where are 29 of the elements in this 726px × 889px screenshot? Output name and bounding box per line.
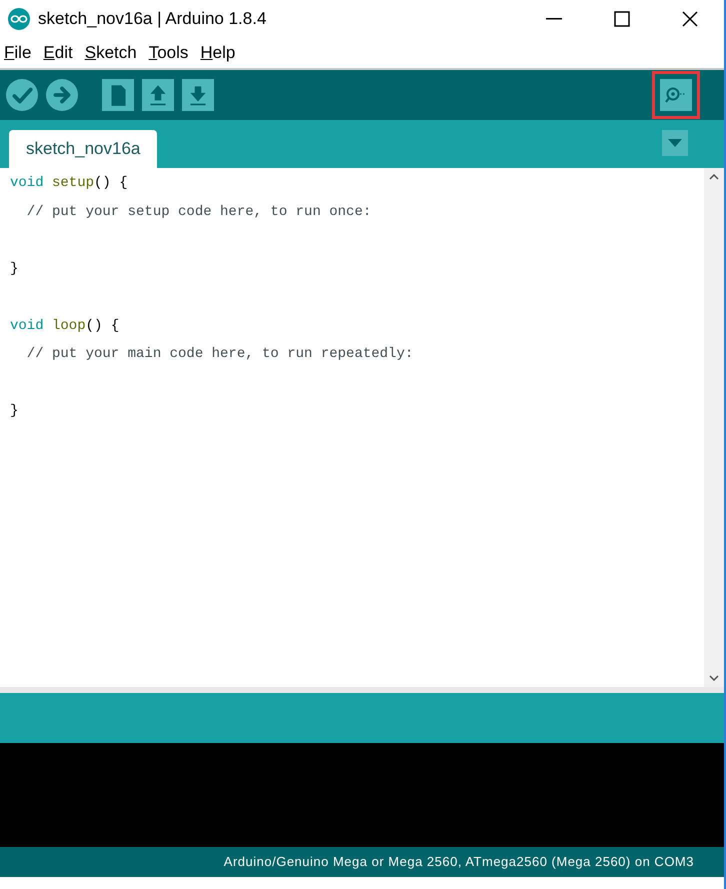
serial-monitor-button[interactable]: [660, 79, 692, 111]
code-line: }: [10, 260, 18, 276]
file-tab[interactable]: sketch_nov16a: [9, 130, 158, 168]
tab-menu-button[interactable]: [662, 130, 688, 156]
code-line: void setup() {: [10, 175, 128, 191]
caret-icon: [668, 139, 682, 147]
minimize-icon: [546, 18, 562, 20]
menu-item[interactable]: Help: [200, 40, 236, 66]
code-line: // put your main code here, to run repeatedly:: [26, 346, 414, 362]
maximize-icon: [614, 11, 630, 27]
menu-item[interactable]: Edit: [43, 40, 73, 66]
open-button[interactable]: [142, 79, 174, 111]
close-icon: [682, 11, 698, 27]
menu-item[interactable]: Sketch: [84, 40, 137, 66]
menu-item[interactable]: File: [4, 40, 32, 66]
code-line: }: [10, 403, 18, 419]
code-line: // put your setup code here, to run once:: [26, 204, 372, 220]
scroll-down-icon: [709, 675, 719, 681]
app-logo-icon: [8, 8, 30, 30]
verify-button[interactable]: [6, 79, 38, 111]
vertical-scrollbar[interactable]: [704, 168, 724, 687]
save-button[interactable]: [182, 79, 214, 111]
code-line: void loop() {: [10, 318, 120, 334]
scroll-up-icon: [709, 174, 719, 180]
board-status: Arduino/Genuino Mega or Mega 2560, ATmega2560 (Mega 2560) on COM3: [224, 853, 694, 872]
upload-button[interactable]: [46, 79, 78, 111]
new-button[interactable]: [102, 79, 134, 111]
menu-item[interactable]: Tools: [148, 40, 188, 66]
window-title: sketch_nov16a | Arduino 1.8.4: [38, 8, 266, 30]
